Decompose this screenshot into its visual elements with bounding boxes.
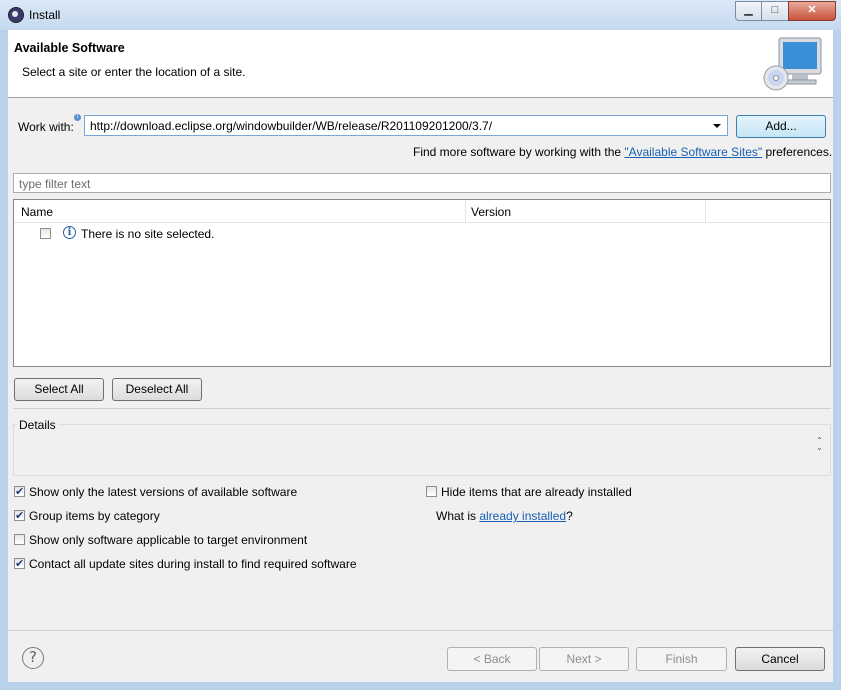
table-row[interactable]: i There is no site selected. [14, 223, 830, 244]
filter-input[interactable]: type filter text [13, 173, 831, 193]
contact-update-sites-label: Contact all update sites during install … [29, 557, 357, 571]
divider [13, 408, 831, 409]
chevron-down-icon[interactable] [713, 124, 721, 128]
target-environment-label: Show only software applicable to target … [29, 533, 308, 547]
what-is-installed: What is already installed? [436, 509, 573, 523]
page-title: Available Software [14, 41, 125, 55]
table-header: Name Version [14, 200, 830, 223]
minimize-button[interactable]: ▁ [735, 1, 762, 21]
page-description: Select a site or enter the location of a… [22, 65, 246, 79]
cancel-button[interactable]: Cancel [735, 647, 825, 671]
details-label: Details [17, 418, 58, 432]
column-name[interactable]: Name [21, 205, 53, 219]
filter-placeholder: type filter text [19, 177, 91, 191]
close-button[interactable]: ✕ [788, 1, 836, 21]
group-by-category-label: Group items by category [29, 509, 160, 523]
sites-hint: Find more software by working with the "… [413, 145, 832, 159]
column-divider[interactable] [465, 200, 466, 222]
software-table[interactable]: Name Version i There is no site selected… [13, 199, 831, 367]
work-with-label: Work with: [18, 120, 74, 134]
column-version[interactable]: Version [471, 205, 511, 219]
info-decorator-icon: i [74, 114, 81, 121]
maximize-button[interactable]: □ [761, 1, 789, 21]
footer-divider [8, 630, 833, 631]
sites-hint-suffix: preferences. [762, 145, 833, 159]
what-is-prefix: What is [436, 509, 480, 523]
sites-hint-prefix: Find more software by working with the [413, 145, 625, 159]
info-icon: i [63, 226, 76, 239]
work-with-value: http://download.eclipse.org/windowbuilde… [90, 119, 493, 133]
monitor-cd-icon [763, 37, 822, 91]
target-environment-checkbox[interactable] [14, 534, 25, 545]
latest-versions-label: Show only the latest versions of availab… [29, 485, 298, 499]
details-panel: ⌃ ⌄ [13, 424, 831, 476]
details-scrollbar[interactable]: ⌃ ⌄ [815, 437, 824, 455]
contact-update-sites-checkbox[interactable] [14, 557, 25, 570]
row-text: There is no site selected. [81, 227, 215, 241]
header-banner: Available Software Select a site or ente… [8, 30, 833, 98]
back-button[interactable]: < Back [447, 647, 537, 671]
window-title: Install [29, 8, 61, 22]
work-with-combo[interactable]: http://download.eclipse.org/windowbuilde… [84, 115, 728, 136]
hide-installed-label: Hide items that are already installed [441, 485, 632, 499]
what-is-suffix: ? [566, 509, 573, 523]
group-by-category-checkbox[interactable] [14, 509, 25, 522]
select-all-button[interactable]: Select All [14, 378, 104, 401]
latest-versions-checkbox[interactable] [14, 485, 25, 498]
available-software-sites-link[interactable]: "Available Software Sites" [624, 145, 762, 159]
title-bar: Install ▁ □ ✕ [0, 0, 841, 30]
add-button[interactable]: Add... [736, 115, 826, 138]
hide-installed-checkbox[interactable] [426, 486, 437, 497]
row-checkbox[interactable] [40, 228, 51, 239]
help-icon[interactable]: ? [22, 647, 44, 669]
dialog-body: Available Software Select a site or ente… [8, 30, 833, 682]
deselect-all-button[interactable]: Deselect All [112, 378, 202, 401]
already-installed-link[interactable]: already installed [479, 509, 566, 523]
column-divider[interactable] [705, 200, 706, 222]
next-button[interactable]: Next > [539, 647, 629, 671]
finish-button[interactable]: Finish [636, 647, 727, 671]
eclipse-icon [8, 7, 24, 23]
